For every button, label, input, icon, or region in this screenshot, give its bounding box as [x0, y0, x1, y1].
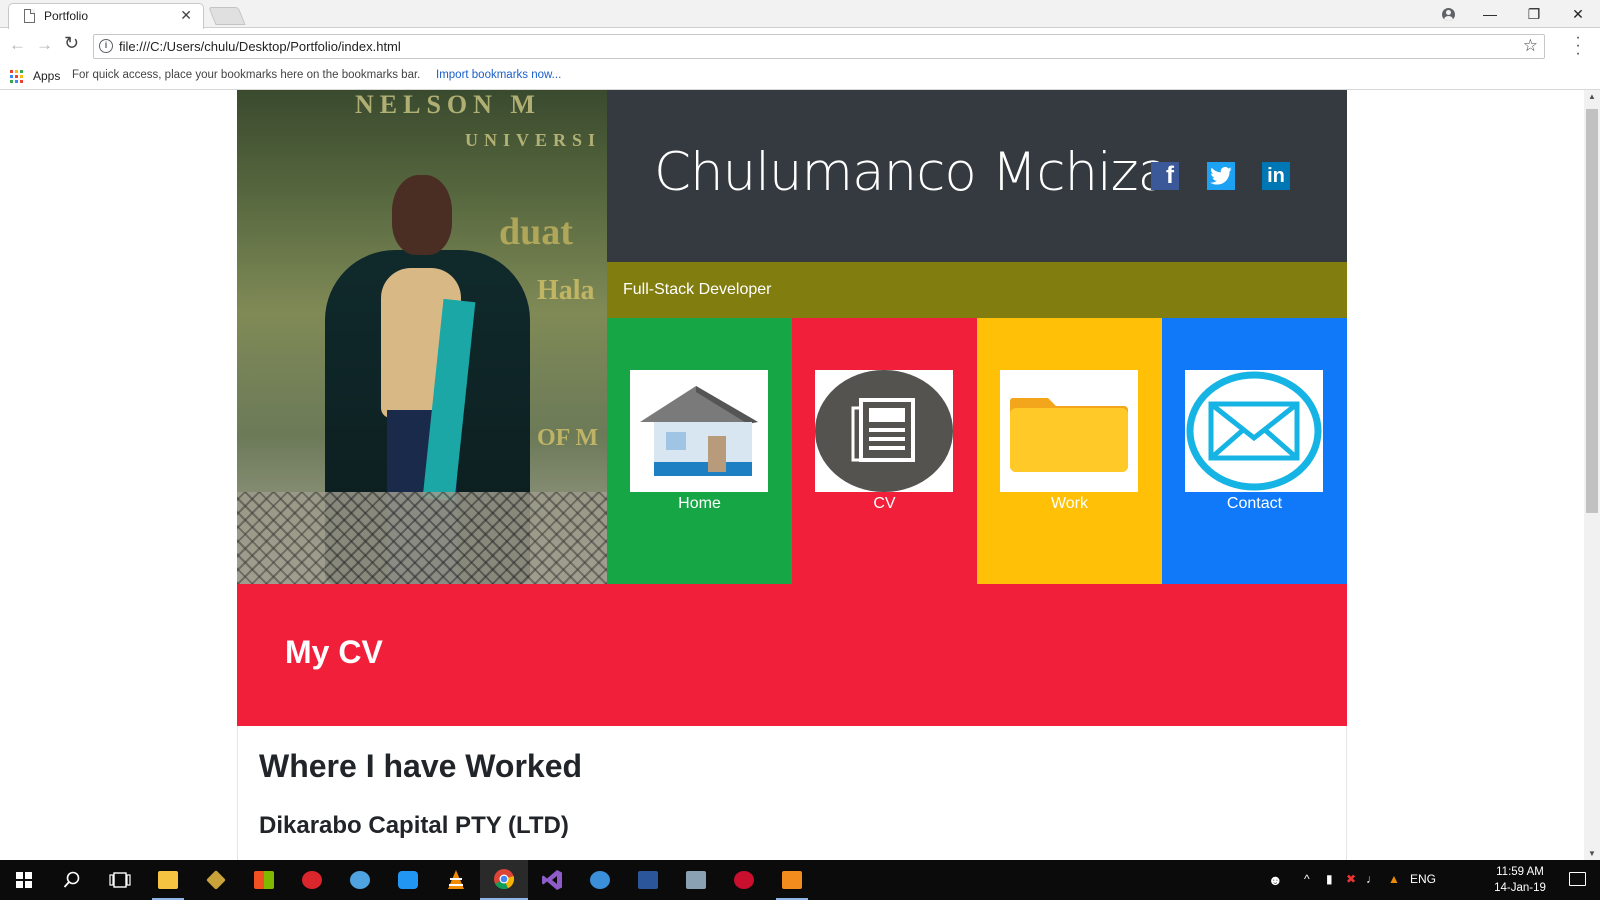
clock[interactable]: 11:59 AM 14-Jan-19 [1490, 864, 1550, 896]
vlc-tray-icon[interactable]: ▲ [1388, 872, 1400, 886]
back-button[interactable]: ← [9, 35, 26, 55]
tile-cv[interactable]: CV [792, 318, 977, 584]
header-bar: Chulumanco Mchiza f in [607, 90, 1347, 262]
folder-icon [1000, 370, 1138, 492]
taskbar: ☻ ^ ▮ ✖ ♩ ▲ ENG 11:59 AM 14-Jan-19 [0, 860, 1600, 900]
scroll-thumb[interactable] [1586, 109, 1598, 513]
apps-grid-icon[interactable] [10, 70, 23, 83]
chrome-icon[interactable] [480, 860, 528, 900]
clock-time: 11:59 AM [1496, 866, 1544, 878]
apps-link[interactable]: Apps [33, 69, 60, 83]
address-bar[interactable]: i file:///C:/Users/chulu/Desktop/Portfol… [93, 34, 1545, 59]
tile-home-label: Home [678, 495, 721, 512]
scroll-down-icon[interactable]: ▼ [1588, 849, 1596, 858]
network-app-icon[interactable] [672, 860, 720, 900]
media-app-icon[interactable] [288, 860, 336, 900]
start-button[interactable] [0, 860, 48, 900]
reload-button[interactable]: ↻ [64, 33, 79, 54]
task-view-icon[interactable] [96, 860, 144, 900]
file-explorer-icon[interactable] [144, 860, 192, 900]
clock-date: 14-Jan-19 [1494, 882, 1546, 894]
people-icon[interactable]: ☻ [1268, 872, 1283, 888]
bookmarks-hint: For quick access, place your bookmarks h… [72, 69, 421, 81]
role-subtitle: Full-Stack Developer [623, 281, 772, 298]
page-viewport: NELSON M UNIVERSI duat Hala OF M Chuluma… [0, 90, 1584, 860]
system-tray: ☻ ^ ▮ ✖ ♩ ▲ ENG 11:59 AM 14-Jan-19 [1260, 860, 1600, 900]
tab-close-button[interactable]: ✕ [180, 7, 192, 24]
portfolio-site: NELSON M UNIVERSI duat Hala OF M Chuluma… [237, 90, 1347, 860]
newspaper-icon [815, 370, 953, 492]
tab-title: Portfolio [44, 9, 89, 23]
close-window-button[interactable]: ✕ [1556, 0, 1600, 28]
browser-menu-icon[interactable]: · · · [1573, 30, 1583, 62]
tile-contact[interactable]: Contact [1162, 318, 1347, 584]
page-title: Chulumanco Mchiza [654, 142, 1170, 203]
restore-button[interactable]: ❐ [1512, 0, 1556, 28]
search-icon[interactable] [48, 860, 96, 900]
tile-contact-label: Contact [1226, 495, 1283, 512]
envelope-icon [1185, 370, 1323, 492]
document-icon [24, 9, 35, 23]
window-controls: — ❐ ✕ [1428, 0, 1600, 28]
cv-banner: My CV [237, 584, 1347, 726]
browser-toolbar: ← → ↻ i file:///C:/Users/chulu/Desktop/P… [0, 29, 1600, 63]
sublime-text-icon[interactable] [768, 860, 816, 900]
action-center-icon[interactable] [1569, 872, 1586, 886]
visual-studio-icon[interactable] [528, 860, 576, 900]
new-tab-button[interactable] [208, 7, 246, 25]
tile-home[interactable]: Home [607, 318, 792, 584]
import-bookmarks-link[interactable]: Import bookmarks now... [436, 69, 561, 81]
browser-tab[interactable]: Portfolio ✕ [8, 3, 204, 29]
role-bar: Full-Stack Developer [607, 262, 1347, 318]
language-indicator[interactable]: ENG [1410, 872, 1436, 886]
bookmarks-bar: Apps For quick access, place your bookma… [0, 63, 1600, 90]
house-icon [630, 370, 768, 492]
recorder-app-icon[interactable] [720, 860, 768, 900]
forward-button[interactable]: → [36, 35, 53, 55]
account-icon[interactable] [1428, 0, 1468, 28]
volume-icon[interactable]: ♩ [1366, 872, 1378, 886]
company-heading: Dikarabo Capital PTY (LTD) [259, 812, 569, 839]
page-scrollbar[interactable]: ▲ ▼ [1584, 90, 1600, 860]
tools-app-icon[interactable] [192, 860, 240, 900]
twitter-icon[interactable] [1207, 162, 1235, 190]
windows-logo-icon [16, 872, 32, 888]
facebook-icon[interactable]: f [1151, 162, 1179, 190]
tile-cv-label: CV [873, 495, 896, 512]
tab-strip: Portfolio ✕ — ❐ ✕ [0, 0, 1600, 29]
url-text[interactable]: file:///C:/Users/chulu/Desktop/Portfolio… [119, 39, 401, 54]
word-icon[interactable] [624, 860, 672, 900]
network-icon[interactable]: ✖ [1346, 872, 1356, 886]
linkedin-icon[interactable]: in [1262, 162, 1290, 190]
tile-work[interactable]: Work [977, 318, 1162, 584]
store-icon[interactable] [240, 860, 288, 900]
section-heading: Where I have Worked [259, 748, 583, 784]
sync-app-icon[interactable] [384, 860, 432, 900]
info-icon[interactable]: i [99, 39, 113, 53]
browser-app-icon[interactable] [336, 860, 384, 900]
vlc-icon[interactable] [432, 860, 480, 900]
bookmark-star-icon[interactable]: ☆ [1523, 36, 1538, 56]
battery-icon[interactable]: ▮ [1326, 872, 1333, 886]
tile-work-label: Work [1050, 495, 1089, 512]
scroll-up-icon[interactable]: ▲ [1588, 92, 1596, 101]
minimize-button[interactable]: — [1468, 0, 1512, 28]
cv-content: Where I have Worked Dikarabo Capital PTY… [237, 726, 1347, 860]
profile-photo: NELSON M UNIVERSI duat Hala OF M [237, 90, 607, 584]
cv-title: My CV [285, 634, 383, 670]
messenger-app-icon[interactable] [576, 860, 624, 900]
show-hidden-icons-icon[interactable]: ^ [1304, 872, 1310, 886]
